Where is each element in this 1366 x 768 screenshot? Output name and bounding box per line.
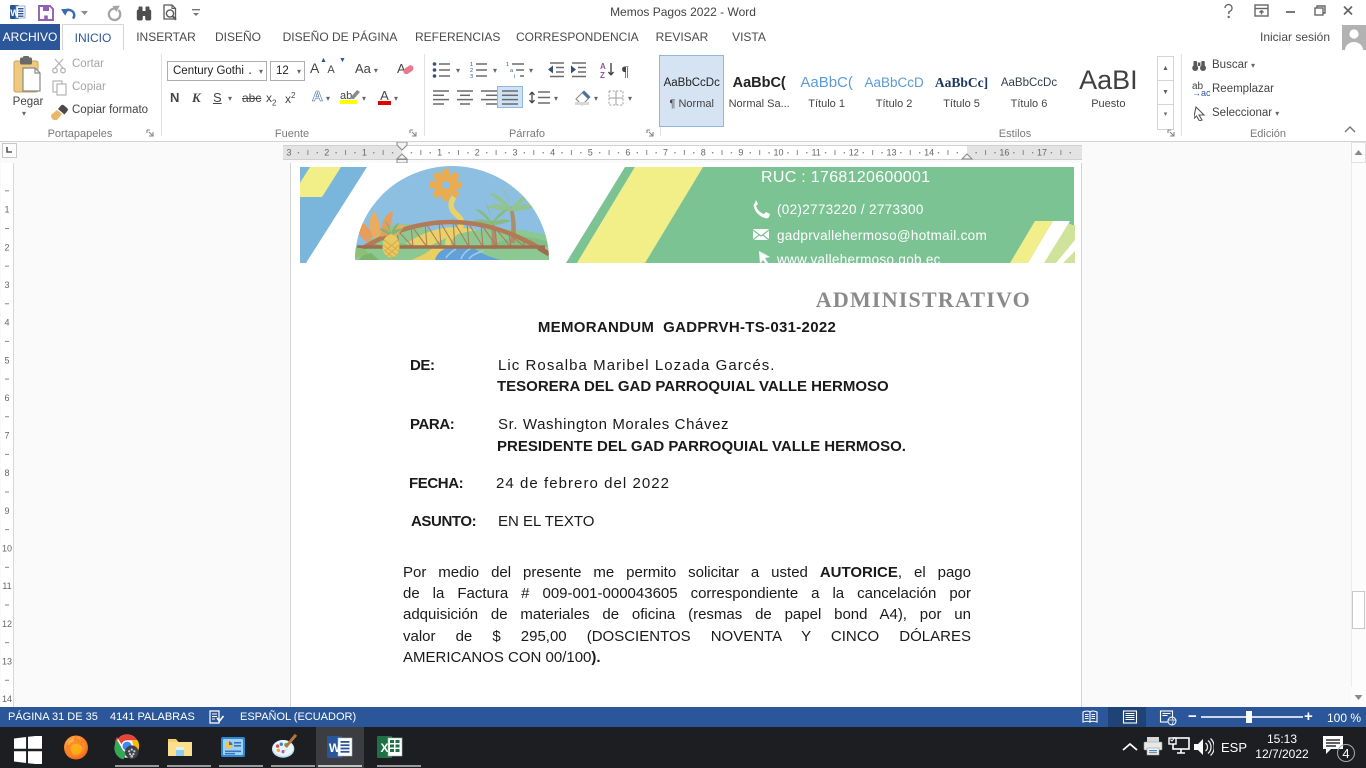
svg-text:▾: ▾ <box>554 94 558 103</box>
svg-text:12: 12 <box>849 148 859 158</box>
svg-text:▾: ▾ <box>529 66 533 75</box>
svg-text:16: 16 <box>999 148 1009 158</box>
svg-text:6: 6 <box>4 393 9 403</box>
svg-text:9: 9 <box>4 506 9 516</box>
svg-text:13: 13 <box>2 656 12 666</box>
svg-text:W: W <box>329 741 341 755</box>
svg-text:10: 10 <box>773 148 783 158</box>
svg-text:10: 10 <box>2 544 12 554</box>
svg-text:7: 7 <box>663 148 668 158</box>
svg-text:(02)2773220 / 2773300: (02)2773220 / 2773300 <box>777 202 924 217</box>
svg-text:3: 3 <box>4 280 9 290</box>
svg-text:Z: Z <box>600 71 605 79</box>
svg-text:9: 9 <box>738 148 743 158</box>
svg-text:7: 7 <box>4 431 9 441</box>
svg-text:▾: ▾ <box>628 94 632 103</box>
svg-text:www.vallehermoso.gob.ec: www.vallehermoso.gob.ec <box>776 252 941 267</box>
svg-text:A: A <box>397 61 406 76</box>
svg-text:1: 1 <box>362 148 367 158</box>
svg-text:1: 1 <box>437 148 442 158</box>
svg-text:W: W <box>10 8 19 18</box>
svg-text:1: 1 <box>506 62 509 68</box>
svg-text:8: 8 <box>701 148 706 158</box>
svg-text:2: 2 <box>475 148 480 158</box>
svg-text:3: 3 <box>287 148 292 158</box>
svg-text:▾: ▾ <box>594 94 598 103</box>
svg-text:6: 6 <box>625 148 630 158</box>
svg-text:11: 11 <box>2 581 11 591</box>
svg-text:3: 3 <box>512 148 517 158</box>
svg-text:12: 12 <box>2 619 12 629</box>
svg-text:4: 4 <box>1342 746 1349 761</box>
svg-text:13: 13 <box>886 148 896 158</box>
svg-text:4: 4 <box>4 318 9 328</box>
svg-text:11: 11 <box>811 148 820 158</box>
svg-text:A: A <box>600 62 606 71</box>
svg-text:X: X <box>380 741 388 755</box>
svg-text:▾: ▾ <box>493 66 497 75</box>
svg-text:4: 4 <box>550 148 555 158</box>
svg-text:5: 5 <box>588 148 593 158</box>
svg-text:2: 2 <box>4 242 9 252</box>
svg-text:2: 2 <box>324 148 329 158</box>
svg-text:RUC : 1768120600001: RUC : 1768120600001 <box>761 169 930 186</box>
svg-text:gadprvallehermoso@hotmail.com: gadprvallehermoso@hotmail.com <box>777 228 987 243</box>
svg-text:8: 8 <box>4 468 9 478</box>
svg-text:3: 3 <box>470 74 473 79</box>
svg-text:1: 1 <box>4 205 9 215</box>
svg-text:17: 17 <box>1037 148 1047 158</box>
svg-text:5: 5 <box>4 355 9 365</box>
svg-text:14: 14 <box>924 148 934 158</box>
svg-text:i: i <box>514 74 515 79</box>
svg-text:14: 14 <box>2 694 12 704</box>
svg-text:▾: ▾ <box>456 66 460 75</box>
svg-text:¶: ¶ <box>622 64 629 79</box>
